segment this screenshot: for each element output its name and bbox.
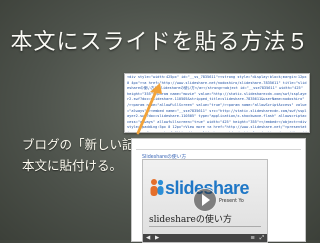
present-text: Present Yo: [219, 199, 244, 204]
slide-title: 本文にスライドを貼る方法５: [10, 30, 310, 55]
slideshare-player[interactable]: slideshare Present Yo slideshareの使い方 ◀ ▶…: [142, 159, 268, 243]
player-subtitle: slideshareの使い方: [149, 215, 232, 225]
fullscreen-icon[interactable]: ⤢: [260, 235, 264, 241]
slideshare-figures-icon: [150, 179, 164, 196]
player-divider: [149, 226, 261, 227]
embed-code-text: <div style="width:425px" id="__ss_783561…: [127, 75, 307, 133]
prev-icon[interactable]: ◀: [146, 235, 150, 241]
player-controls: ◀ ▶ ≡ ⤢: [143, 234, 267, 242]
play-icon[interactable]: [193, 188, 217, 212]
next-icon[interactable]: ▶: [155, 235, 159, 241]
blog-divider: [136, 149, 301, 150]
menu-icon[interactable]: ≡: [250, 235, 255, 241]
blog-post-preview: Slideshareの使い方 slideshare Present Yo sli…: [131, 138, 306, 243]
embed-code-textbox[interactable]: <div style="width:425px" id="__ss_783561…: [124, 73, 310, 133]
